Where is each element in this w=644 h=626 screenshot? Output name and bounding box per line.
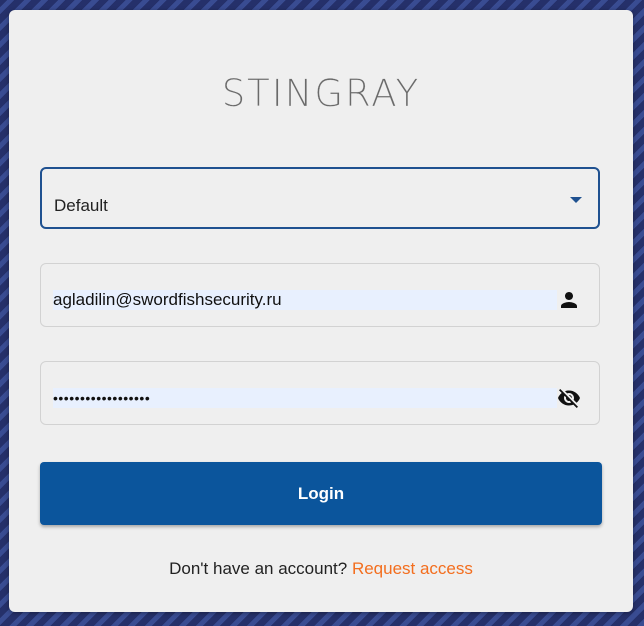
signup-prompt: Don't have an account? <box>169 559 352 578</box>
password-input[interactable] <box>53 388 557 408</box>
realm-select[interactable]: Default <box>40 167 600 229</box>
login-card: STINGRAY Default Login Don't have an acc… <box>9 10 633 612</box>
realm-select-value: Default <box>54 196 108 215</box>
eye-off-icon[interactable] <box>557 386 581 410</box>
app-logo: STINGRAY <box>221 72 421 115</box>
person-icon <box>561 292 577 308</box>
email-field <box>40 263 600 327</box>
caret-down-icon[interactable] <box>570 197 582 203</box>
login-button[interactable]: Login <box>40 462 602 525</box>
signup-row: Don't have an account? Request access <box>9 559 633 579</box>
request-access-link[interactable]: Request access <box>352 559 473 578</box>
email-input[interactable] <box>53 290 557 310</box>
password-field <box>40 361 600 425</box>
